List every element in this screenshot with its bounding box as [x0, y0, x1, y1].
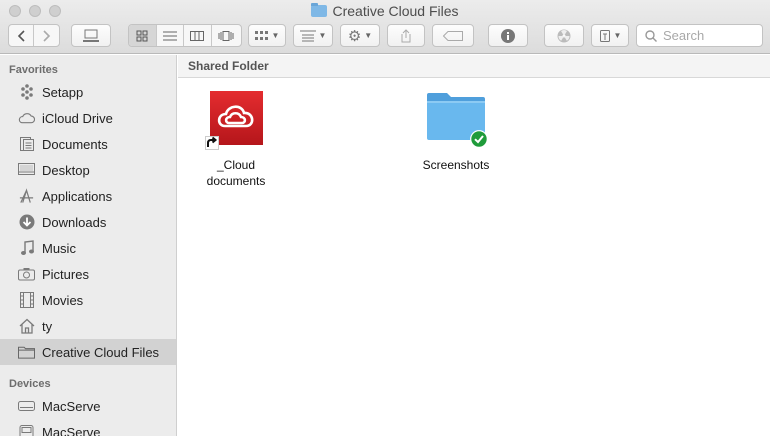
cover-flow-button[interactable]	[212, 25, 241, 46]
adobe-cc-alias-icon	[205, 90, 264, 150]
music-icon	[18, 240, 35, 257]
finder-window: Creative Cloud Files ▼ ▼ ⚙ ▼ ▼ Search Fa…	[0, 0, 770, 436]
drive-icon	[18, 424, 35, 436]
favorites-header: Favorites	[9, 64, 58, 76]
sync-check-icon	[470, 130, 488, 148]
file-item-label: Screenshots	[422, 158, 490, 172]
action-button[interactable]: ⚙ ▼	[340, 24, 380, 47]
search-field[interactable]: Search	[636, 24, 763, 47]
sidebar-item-documents[interactable]: Documents	[0, 131, 176, 157]
share-button[interactable]	[387, 24, 425, 47]
sidebar-item-setapp[interactable]: Setapp	[0, 79, 176, 105]
info-icon	[501, 28, 515, 43]
dropbox-menu-button[interactable]: ▼	[591, 24, 629, 47]
forward-button[interactable]	[34, 25, 59, 46]
chevron-down-icon: ▼	[364, 31, 373, 40]
lamp-icon	[599, 29, 610, 42]
list-icon	[162, 31, 177, 40]
search-placeholder: Search	[663, 28, 705, 43]
sidebar-item-label: Downloads	[42, 214, 107, 230]
camera-icon	[18, 266, 35, 283]
gear-icon: ⚙	[347, 27, 362, 45]
sidebar-item-label: iCloud Drive	[42, 110, 113, 126]
back-button[interactable]	[9, 25, 35, 46]
group-list-icon	[299, 30, 316, 41]
file-item-screenshots[interactable]: Screenshots	[401, 90, 511, 173]
sidebar-item-movies[interactable]: Movies	[0, 287, 176, 313]
cloud-icon	[18, 110, 35, 127]
file-item-label: _Cloud documents	[206, 158, 266, 188]
film-icon	[18, 292, 35, 309]
column-view-button[interactable]	[184, 25, 212, 46]
file-item-cloud-documents[interactable]: _Cloud documents	[181, 90, 291, 189]
sidebar-item-label: Setapp	[42, 84, 84, 100]
devices-header: Devices	[9, 378, 51, 390]
computer-icon	[83, 29, 99, 42]
chevron-down-icon: ▼	[318, 31, 327, 40]
folder-icon	[311, 3, 328, 17]
sidebar-item-device[interactable]: MacServe	[0, 419, 176, 436]
sidebar-item-label: MacServe	[42, 398, 101, 414]
sidebar-item-music[interactable]: Music	[0, 235, 176, 261]
sidebar-item-label: MacServe	[42, 424, 101, 436]
sidebar-item-label: Music	[42, 240, 76, 256]
view-mode-group	[128, 24, 242, 47]
burn-button[interactable]	[544, 24, 584, 47]
window-title: Creative Cloud Files	[0, 3, 770, 19]
home-icon	[18, 318, 35, 335]
sidebar: Favorites Setapp iCloud Drive Documents …	[0, 55, 177, 436]
document-icon	[18, 136, 35, 153]
sidebar-item-label: Desktop	[42, 162, 90, 178]
sidebar-item-device[interactable]: MacServe	[0, 393, 176, 419]
path-header: Shared Folder	[178, 55, 770, 78]
synced-folder-icon	[425, 90, 488, 148]
sidebar-item-icloud-drive[interactable]: iCloud Drive	[0, 105, 176, 131]
back-forward-group	[8, 24, 60, 47]
tags-button[interactable]	[432, 24, 474, 47]
arrange-grid-icon	[254, 30, 268, 40]
sidebar-item-creative-cloud-files[interactable]: Creative Cloud Files	[0, 339, 176, 365]
sidebar-item-pictures[interactable]: Pictures	[0, 261, 176, 287]
sidebar-item-desktop[interactable]: Desktop	[0, 157, 176, 183]
chevron-down-icon: ▼	[613, 31, 622, 40]
columns-icon	[190, 30, 205, 41]
folder-icon	[18, 344, 35, 361]
alias-arrow-icon	[205, 136, 219, 150]
search-icon	[645, 29, 657, 42]
toolbar: Creative Cloud Files ▼ ▼ ⚙ ▼ ▼ Search	[0, 0, 770, 54]
chevron-down-icon: ▼	[271, 31, 280, 40]
grid-icon	[136, 30, 148, 41]
sidebar-item-label: ty	[42, 318, 53, 334]
chevron-right-icon	[42, 29, 50, 42]
tag-icon	[443, 30, 463, 41]
file-browser: Shared Folder _Cloud documents Screensho…	[178, 55, 770, 436]
sidebar-item-label: Pictures	[42, 266, 89, 282]
arrange-button[interactable]: ▼	[248, 24, 286, 47]
download-icon	[18, 214, 35, 231]
sidebar-item-label: Movies	[42, 292, 84, 308]
sidebar-item-applications[interactable]: Applications	[0, 183, 176, 209]
group-button[interactable]: ▼	[293, 24, 333, 47]
radioactive-icon	[557, 29, 571, 42]
drive-icon	[18, 398, 35, 415]
applications-icon	[18, 188, 35, 205]
sidebar-item-label: Creative Cloud Files	[42, 344, 160, 360]
setapp-icon	[18, 84, 35, 101]
window-title-text: Creative Cloud Files	[332, 3, 459, 19]
share-icon	[401, 28, 411, 42]
chevron-left-icon	[17, 29, 25, 42]
sidebar-item-downloads[interactable]: Downloads	[0, 209, 176, 235]
connect-server-button[interactable]	[71, 24, 111, 47]
sidebar-item-label: Applications	[42, 188, 113, 204]
icon-view-button[interactable]	[129, 25, 157, 46]
sidebar-item-label: Documents	[42, 136, 108, 152]
sidebar-item-ty[interactable]: ty	[0, 313, 176, 339]
get-info-button[interactable]	[488, 24, 528, 47]
desktop-icon	[18, 162, 35, 179]
list-view-button[interactable]	[157, 25, 185, 46]
cover-flow-icon	[218, 30, 234, 41]
